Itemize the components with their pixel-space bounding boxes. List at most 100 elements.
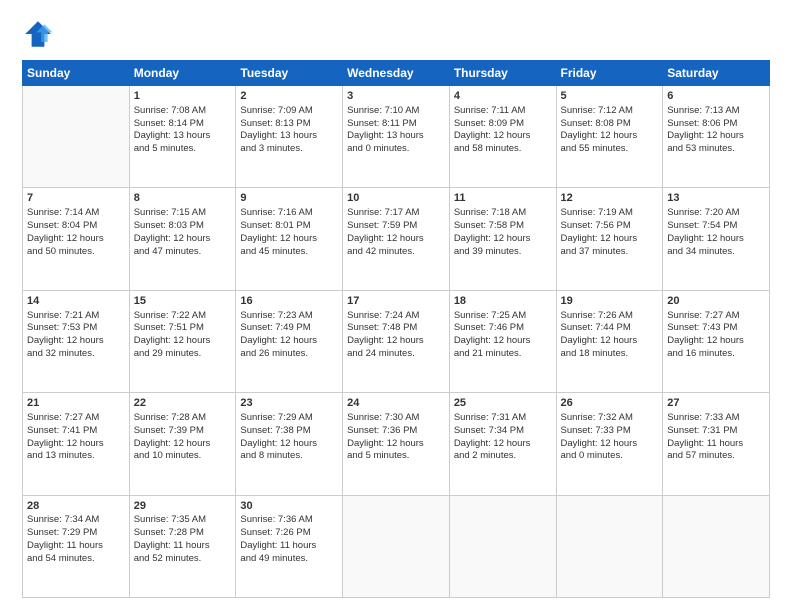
day-info: Sunset: 7:46 PM (454, 322, 552, 335)
calendar-day-cell: 17Sunrise: 7:24 AMSunset: 7:48 PMDayligh… (343, 290, 450, 392)
day-info: Sunrise: 7:09 AM (240, 105, 338, 118)
calendar-day-cell (23, 86, 130, 188)
day-info: Sunrise: 7:08 AM (134, 105, 232, 118)
calendar-day-cell: 9Sunrise: 7:16 AMSunset: 8:01 PMDaylight… (236, 188, 343, 290)
day-info: Sunrise: 7:17 AM (347, 207, 445, 220)
calendar-day-cell: 24Sunrise: 7:30 AMSunset: 7:36 PMDayligh… (343, 393, 450, 495)
day-number: 19 (561, 294, 659, 309)
day-info: Sunset: 7:28 PM (134, 527, 232, 540)
calendar-day-cell: 7Sunrise: 7:14 AMSunset: 8:04 PMDaylight… (23, 188, 130, 290)
day-info: Sunrise: 7:14 AM (27, 207, 125, 220)
day-info: Sunset: 7:39 PM (134, 425, 232, 438)
day-number: 10 (347, 191, 445, 206)
day-info: and 37 minutes. (561, 246, 659, 259)
day-info: Sunset: 7:48 PM (347, 322, 445, 335)
day-info: Daylight: 13 hours (240, 130, 338, 143)
day-info: and 53 minutes. (667, 143, 765, 156)
day-info: Sunset: 7:33 PM (561, 425, 659, 438)
day-number: 26 (561, 396, 659, 411)
calendar-day-cell (343, 495, 450, 597)
day-info: Daylight: 12 hours (454, 233, 552, 246)
day-info: and 16 minutes. (667, 348, 765, 361)
day-info: Sunset: 7:34 PM (454, 425, 552, 438)
day-info: and 49 minutes. (240, 553, 338, 566)
calendar-day-cell: 23Sunrise: 7:29 AMSunset: 7:38 PMDayligh… (236, 393, 343, 495)
calendar-header-row: SundayMondayTuesdayWednesdayThursdayFrid… (23, 61, 770, 86)
day-info: and 24 minutes. (347, 348, 445, 361)
day-number: 1 (134, 89, 232, 104)
day-info: Daylight: 12 hours (134, 335, 232, 348)
calendar-day-cell: 12Sunrise: 7:19 AMSunset: 7:56 PMDayligh… (556, 188, 663, 290)
day-info: Sunrise: 7:27 AM (27, 412, 125, 425)
day-info: Sunrise: 7:26 AM (561, 310, 659, 323)
day-info: and 52 minutes. (134, 553, 232, 566)
calendar-day-cell: 13Sunrise: 7:20 AMSunset: 7:54 PMDayligh… (663, 188, 770, 290)
day-number: 16 (240, 294, 338, 309)
calendar-day-cell: 25Sunrise: 7:31 AMSunset: 7:34 PMDayligh… (449, 393, 556, 495)
day-info: Sunrise: 7:27 AM (667, 310, 765, 323)
day-number: 27 (667, 396, 765, 411)
day-info: Sunset: 8:14 PM (134, 118, 232, 131)
day-info: Daylight: 12 hours (667, 130, 765, 143)
day-info: Sunset: 7:58 PM (454, 220, 552, 233)
day-info: Daylight: 12 hours (240, 233, 338, 246)
logo (22, 18, 58, 50)
day-info: Daylight: 12 hours (347, 335, 445, 348)
day-info: and 50 minutes. (27, 246, 125, 259)
day-number: 7 (27, 191, 125, 206)
day-number: 18 (454, 294, 552, 309)
day-info: Sunrise: 7:21 AM (27, 310, 125, 323)
day-info: Sunrise: 7:34 AM (27, 514, 125, 527)
day-info: and 57 minutes. (667, 450, 765, 463)
weekday-header: Friday (556, 61, 663, 86)
day-info: Sunset: 7:56 PM (561, 220, 659, 233)
calendar-day-cell (449, 495, 556, 597)
day-number: 28 (27, 499, 125, 514)
day-info: Sunrise: 7:12 AM (561, 105, 659, 118)
weekday-header: Sunday (23, 61, 130, 86)
day-info: Sunrise: 7:24 AM (347, 310, 445, 323)
day-info: Sunrise: 7:32 AM (561, 412, 659, 425)
day-info: Sunset: 7:44 PM (561, 322, 659, 335)
calendar-week-row: 21Sunrise: 7:27 AMSunset: 7:41 PMDayligh… (23, 393, 770, 495)
day-info: Sunset: 7:43 PM (667, 322, 765, 335)
day-info: Sunset: 7:51 PM (134, 322, 232, 335)
day-info: Sunrise: 7:31 AM (454, 412, 552, 425)
day-info: Sunrise: 7:13 AM (667, 105, 765, 118)
day-number: 24 (347, 396, 445, 411)
day-info: Daylight: 12 hours (240, 438, 338, 451)
day-info: Sunrise: 7:29 AM (240, 412, 338, 425)
calendar-day-cell: 19Sunrise: 7:26 AMSunset: 7:44 PMDayligh… (556, 290, 663, 392)
day-number: 15 (134, 294, 232, 309)
day-number: 8 (134, 191, 232, 206)
weekday-header: Monday (129, 61, 236, 86)
day-info: and 0 minutes. (347, 143, 445, 156)
calendar-day-cell: 4Sunrise: 7:11 AMSunset: 8:09 PMDaylight… (449, 86, 556, 188)
day-info: Daylight: 12 hours (27, 438, 125, 451)
day-info: and 2 minutes. (454, 450, 552, 463)
calendar-week-row: 7Sunrise: 7:14 AMSunset: 8:04 PMDaylight… (23, 188, 770, 290)
day-info: Sunset: 7:59 PM (347, 220, 445, 233)
day-number: 29 (134, 499, 232, 514)
day-info: Sunset: 8:11 PM (347, 118, 445, 131)
day-number: 4 (454, 89, 552, 104)
weekday-header: Wednesday (343, 61, 450, 86)
calendar-day-cell: 6Sunrise: 7:13 AMSunset: 8:06 PMDaylight… (663, 86, 770, 188)
calendar-day-cell: 2Sunrise: 7:09 AMSunset: 8:13 PMDaylight… (236, 86, 343, 188)
day-number: 3 (347, 89, 445, 104)
day-info: Sunrise: 7:22 AM (134, 310, 232, 323)
day-info: Sunrise: 7:16 AM (240, 207, 338, 220)
logo-icon (22, 18, 54, 50)
day-info: and 58 minutes. (454, 143, 552, 156)
day-number: 14 (27, 294, 125, 309)
day-info: Daylight: 13 hours (134, 130, 232, 143)
day-info: Daylight: 12 hours (667, 335, 765, 348)
day-info: Sunrise: 7:30 AM (347, 412, 445, 425)
day-info: Sunset: 7:49 PM (240, 322, 338, 335)
day-info: Sunrise: 7:25 AM (454, 310, 552, 323)
day-info: Sunrise: 7:11 AM (454, 105, 552, 118)
day-info: Sunrise: 7:19 AM (561, 207, 659, 220)
day-info: Daylight: 12 hours (347, 233, 445, 246)
day-info: Sunset: 7:29 PM (27, 527, 125, 540)
calendar-day-cell: 20Sunrise: 7:27 AMSunset: 7:43 PMDayligh… (663, 290, 770, 392)
